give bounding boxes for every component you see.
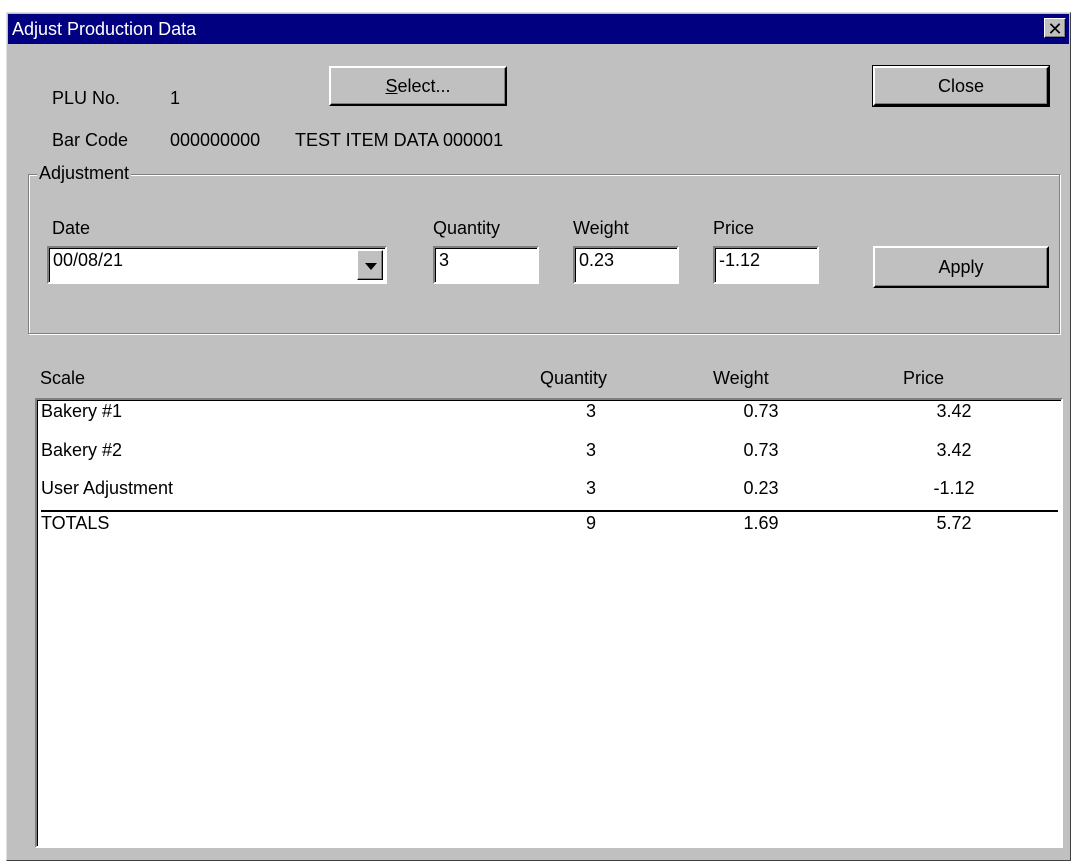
- date-label: Date: [52, 218, 91, 238]
- totals-price: 5.72: [936, 513, 972, 533]
- production-table[interactable]: Bakery #1 3 0.73 3.42 Bakery #2 3 0.73 3…: [35, 398, 1063, 848]
- quantity-input[interactable]: 3: [433, 246, 539, 284]
- totals-quantity: 9: [585, 513, 596, 533]
- chevron-down-icon: [365, 263, 377, 270]
- select-button-accel: S: [385, 76, 398, 96]
- cell-price: -1.12: [933, 478, 975, 498]
- date-dropdown-button[interactable]: [357, 250, 383, 280]
- cell-weight: 0.73: [743, 440, 779, 460]
- window-title: Adjust Production Data: [12, 19, 197, 39]
- table-row[interactable]: Bakery #1 3 0.73 3.42: [41, 401, 1057, 439]
- cell-weight: 0.23: [743, 478, 779, 498]
- date-value: 00/08/21: [53, 250, 124, 270]
- quantity-label: Quantity: [433, 218, 501, 238]
- cell-scale: Bakery #1: [41, 401, 123, 421]
- barcode-label: Bar Code: [52, 130, 129, 150]
- cell-quantity: 3: [585, 440, 596, 460]
- table-row[interactable]: Bakery #2 3 0.73 3.42: [41, 440, 1057, 478]
- select-button-label: elect...: [397, 76, 451, 96]
- cell-price: 3.42: [936, 401, 972, 421]
- price-label: Price: [713, 218, 755, 238]
- plu-value: 1: [170, 88, 181, 108]
- totals-row: TOTALS 9 1.69 5.72: [41, 513, 1057, 551]
- weight-label: Weight: [573, 218, 629, 238]
- column-header-quantity: Quantity: [540, 368, 608, 388]
- totals-label: TOTALS: [41, 513, 110, 533]
- cell-price: 3.42: [936, 440, 972, 460]
- price-input[interactable]: -1.12: [713, 246, 819, 284]
- date-combobox[interactable]: 00/08/21: [47, 246, 387, 284]
- totals-weight: 1.69: [743, 513, 779, 533]
- title-bar[interactable]: Adjust Production Data ✕: [8, 14, 1069, 44]
- column-header-scale: Scale: [40, 368, 86, 388]
- close-icon[interactable]: ✕: [1044, 18, 1066, 39]
- cell-quantity: 3: [585, 401, 596, 421]
- column-header-weight: Weight: [713, 368, 769, 388]
- weight-input[interactable]: 0.23: [573, 246, 679, 284]
- close-button[interactable]: Close: [872, 65, 1050, 107]
- cell-quantity: 3: [585, 478, 596, 498]
- column-header-price: Price: [903, 368, 945, 388]
- cell-scale: User Adjustment: [41, 478, 174, 498]
- select-button[interactable]: Select...: [329, 66, 507, 106]
- adjustment-group-label: Adjustment: [37, 163, 132, 184]
- totals-divider: [41, 510, 1058, 512]
- apply-button[interactable]: Apply: [873, 246, 1049, 288]
- plu-label: PLU No.: [52, 88, 121, 108]
- cell-weight: 0.73: [743, 401, 779, 421]
- barcode-value: 000000000: [170, 130, 261, 150]
- item-name: TEST ITEM DATA 000001: [295, 130, 504, 150]
- cell-scale: Bakery #2: [41, 440, 123, 460]
